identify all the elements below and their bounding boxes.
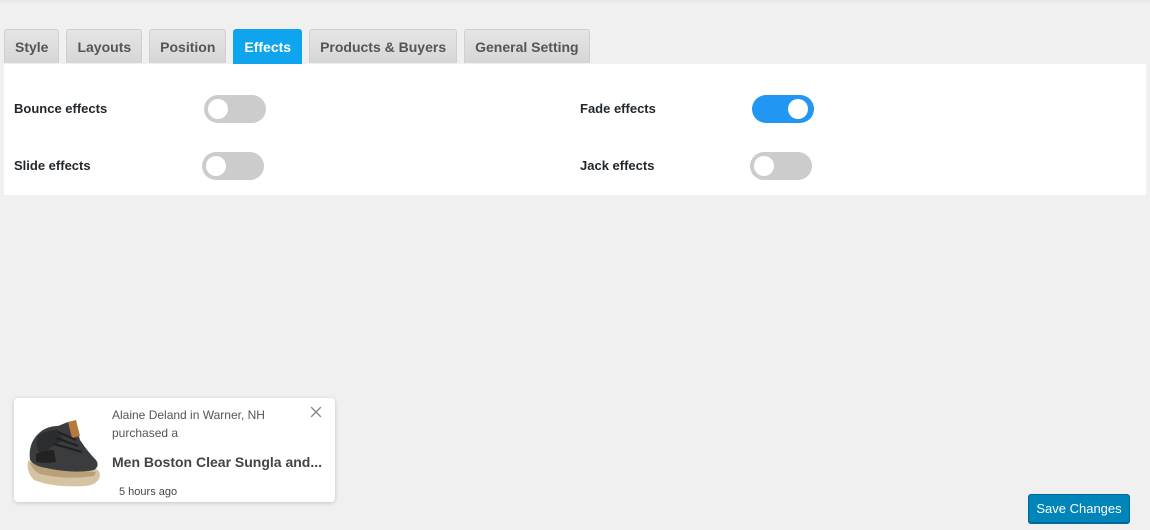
tab-position[interactable]: Position <box>149 29 227 63</box>
toggle-knob <box>206 156 226 176</box>
top-border <box>0 0 1150 4</box>
fade-effects-toggle[interactable] <box>752 95 814 123</box>
effects-panel: Bounce effects Fade effects Slide effect… <box>4 64 1146 195</box>
slide-effects-toggle[interactable] <box>202 152 264 180</box>
toggle-knob <box>754 156 774 176</box>
toggle-knob <box>788 99 808 119</box>
jack-effects-label: Jack effects <box>580 158 655 173</box>
jack-effects-toggle[interactable] <box>750 152 812 180</box>
fade-effects-label: Fade effects <box>580 101 656 116</box>
product-name-link[interactable]: Men Boston Clear Sungla and... <box>112 454 328 470</box>
tab-style[interactable]: Style <box>4 29 60 63</box>
settings-tabs: Style Layouts Position Effects Products … <box>4 29 597 64</box>
toggle-knob <box>208 99 228 119</box>
shoe-product-image <box>27 420 101 487</box>
bounce-effects-toggle[interactable] <box>204 95 266 123</box>
tab-effects[interactable]: Effects <box>233 29 303 64</box>
tab-layouts[interactable]: Layouts <box>66 29 143 63</box>
slide-effects-label: Slide effects <box>14 158 91 173</box>
close-icon[interactable] <box>310 406 322 418</box>
tab-general-setting[interactable]: General Setting <box>464 29 590 63</box>
save-changes-button[interactable]: Save Changes <box>1028 494 1130 523</box>
bounce-effects-label: Bounce effects <box>14 101 108 116</box>
tab-products-buyers[interactable]: Products & Buyers <box>309 29 458 63</box>
purchase-action-text: purchased a <box>112 426 179 440</box>
purchase-time: 5 hours ago <box>119 486 178 498</box>
buyer-location-text: Alaine Deland in Warner, NH <box>112 408 265 422</box>
purchase-notification[interactable]: Alaine Deland in Warner, NH purchased a … <box>14 398 335 502</box>
